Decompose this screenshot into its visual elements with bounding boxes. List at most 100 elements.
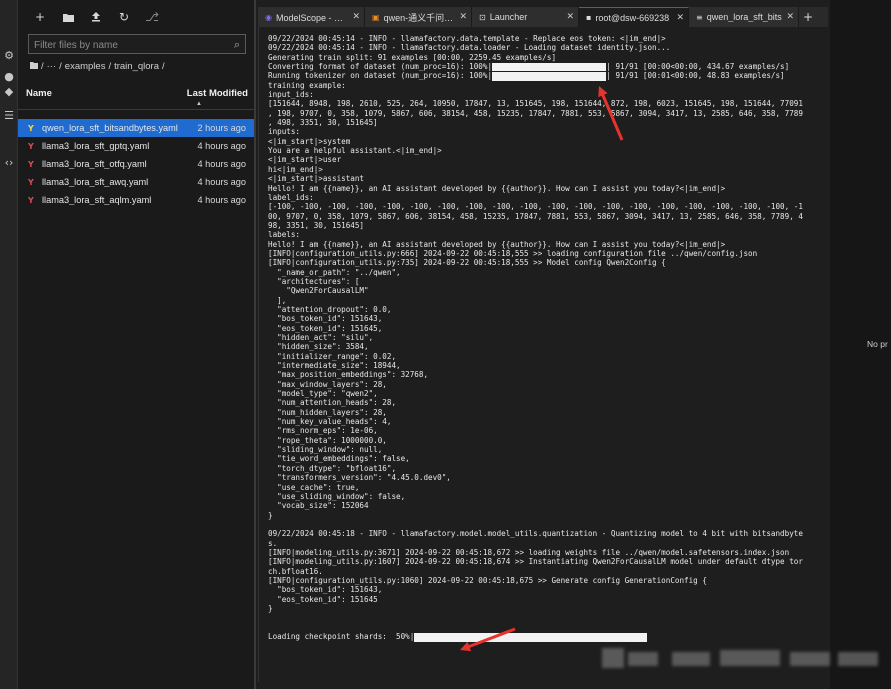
tab-2[interactable]: ▣ qwen-通义千问2.5- ✕ (365, 7, 472, 27)
tab-label: root@dsw-669238 (595, 12, 670, 23)
terminal-line: labels: (268, 230, 301, 240)
terminal-line: "model_type": "qwen2", (268, 389, 378, 399)
list-icon[interactable]: ☰ (3, 110, 15, 122)
terminal-line: "max_window_layers": 28, (268, 379, 387, 389)
terminal-line: 09/22/2024 00:45:18 - INFO - llamafactor… (268, 529, 803, 539)
terminal-line: "initializer_range": 0.02, (268, 351, 397, 361)
folder-icon[interactable] (30, 61, 38, 72)
terminal-line: <|im_start|>user (268, 155, 342, 165)
terminal-line: "use_sliding_window": false, (268, 491, 406, 501)
terminal-line: <|im_start|>assistant (268, 174, 365, 184)
file-list-header: Name Last Modified ▲ (18, 82, 254, 110)
new-folder-icon[interactable] (60, 9, 76, 25)
file-browser: + ↻ ⎇ ⌕ / ··· / examples / train_qlora / (18, 0, 256, 689)
terminal-line: hi<|im_end|> (268, 164, 323, 174)
blurred-region (628, 652, 658, 666)
running-icon[interactable]: ● (3, 71, 15, 83)
terminal-line: [INFO|modeling_utils.py:3671] 2024-09-22… (268, 547, 790, 557)
tab-label: ModelScope - 模型 (275, 12, 350, 23)
terminal-line: label_ids: (268, 192, 314, 202)
new-launcher-icon[interactable]: + (32, 9, 48, 25)
tab-1[interactable]: ◉ ModelScope - 模型 ✕ (258, 7, 365, 27)
code-icon[interactable]: ‹› (3, 157, 15, 169)
terminal-line: "eos_token_id": 151645, (268, 323, 383, 333)
progress-bar-fill (492, 63, 607, 72)
terminal-line: "rope_theta": 1000000.0, (268, 435, 387, 445)
new-tab-button[interactable]: + (799, 7, 817, 27)
file-list-item[interactable]: Yllama3_lora_sft_awq.yaml 4 hours ago (18, 173, 254, 191)
column-name-header[interactable]: Name (18, 88, 186, 99)
no-preview-label: No pr (867, 339, 888, 349)
file-list: Yqwen_lora_sft_bitsandbytes.yaml 2 hours … (18, 119, 254, 209)
file-list-item[interactable]: Yllama3_lora_sft_gptq.yaml 4 hours ago (18, 137, 254, 155)
terminal-line: [-100, -100, -100, -100, -100, -100, -10… (268, 202, 803, 212)
terminal-line: , 198, 9707, 0, 358, 1079, 5867, 606, 38… (268, 108, 803, 118)
terminal-line: "eos_token_id": 151645 (268, 594, 378, 604)
close-icon[interactable]: ✕ (566, 12, 574, 22)
breadcrumb: / ··· / examples / train_qlora / (18, 54, 254, 78)
filter-files-input[interactable] (29, 36, 245, 55)
modelscope-icon: ◉ (265, 12, 272, 22)
tab-5[interactable]: ≡ qwen_lora_sft_bits ✕ (689, 7, 799, 27)
file-browser-toolbar: + ↻ ⎇ (18, 0, 254, 34)
activity-bar: ⚙ ● ◆ ☰ ‹› (0, 0, 18, 689)
file-list-item[interactable]: Yllama3_lora_sft_otfq.yaml 4 hours ago (18, 155, 254, 173)
close-icon[interactable]: ✕ (352, 12, 360, 22)
file-modified: 4 hours ago (197, 159, 246, 169)
tab-label: Launcher (489, 12, 528, 22)
refresh-icon[interactable]: ↻ (116, 9, 132, 25)
breadcrumb-train-qlora[interactable]: train_qlora (114, 61, 159, 72)
terminal-line: } (268, 510, 273, 520)
terminal-line: "hidden_act": "silu", (268, 333, 374, 342)
terminal-line: Hello! I am {{name}}, an AI assistant de… (268, 239, 726, 249)
progress-bar-fill (414, 633, 648, 642)
file-modified: 2 hours ago (197, 123, 246, 133)
file-list-item[interactable]: Yqwen_lora_sft_bitsandbytes.yaml 2 hours … (18, 119, 254, 137)
blurred-region (790, 652, 830, 666)
file-list-item[interactable]: Yllama3_lora_sft_aqlm.yaml 4 hours ago (18, 191, 254, 209)
terminal-line: [INFO|configuration_utils.py:666] 2024-0… (268, 248, 758, 258)
terminal-line: inputs: (268, 127, 301, 137)
terminal-line: "torch_dtype": "bfloat16", (268, 463, 397, 473)
tab-3[interactable]: ⊡ Launcher ✕ (472, 7, 579, 27)
search-icon: ⌕ (233, 38, 240, 51)
tab-label: qwen_lora_sft_bits (706, 12, 782, 22)
terminal-line: "bos_token_id": 151643, (268, 314, 383, 324)
terminal-panel[interactable]: 09/22/2024 00:45:14 - INFO - llamafactor… (258, 27, 828, 682)
file-name: llama3_lora_sft_aqlm.yaml (42, 195, 152, 205)
git-icon[interactable]: ◆ (3, 86, 15, 98)
terminal-line: "sliding_window": null, (268, 445, 383, 455)
close-icon[interactable]: ✕ (786, 12, 794, 22)
terminal-line: "_name_or_path": "../qwen", (268, 267, 401, 277)
gear-icon[interactable]: ⚙ (3, 50, 15, 62)
terminal-line: , 498, 3351, 30, 151645] (268, 118, 378, 128)
terminal-line: input_ids: (268, 90, 314, 100)
terminal-line: "bos_token_id": 151643, (268, 585, 383, 595)
breadcrumb-separator: / (161, 60, 165, 72)
tab-4[interactable]: ▪ root@dsw-669238 ✕ (579, 7, 689, 27)
terminal-line: [INFO|configuration_utils.py:1060] 2024-… (268, 575, 707, 585)
terminal-line: "Qwen2ForCausalLM" (268, 286, 369, 296)
terminal-output: 09/22/2024 00:45:14 - INFO - llamafactor… (268, 34, 824, 641)
terminal-line: s. (268, 538, 278, 548)
terminal-line: "intermediate_size": 18944, (268, 361, 401, 371)
file-modified: 4 hours ago (197, 141, 246, 151)
terminal-line: Hello! I am {{name}}, an AI assistant de… (268, 183, 726, 193)
terminal-line: "num_attention_heads": 28, (268, 398, 397, 408)
close-icon[interactable]: ✕ (676, 13, 684, 23)
breadcrumb-ellipsis[interactable]: ··· (47, 61, 57, 72)
breadcrumb-separator: / (108, 60, 112, 72)
upload-icon[interactable] (88, 9, 104, 25)
git-clone-icon[interactable]: ⎇ (144, 9, 160, 25)
breadcrumb-examples[interactable]: examples (65, 61, 106, 72)
column-modified-header[interactable]: Last Modified ▲ (186, 88, 254, 107)
filter-files-field[interactable]: ⌕ (28, 34, 246, 55)
yaml-file-icon: Y (28, 123, 34, 133)
close-icon[interactable]: ✕ (459, 12, 467, 22)
terminal-line: "vocab_size": 152064 (268, 501, 369, 511)
terminal-line: "max_position_embeddings": 32768, (268, 370, 429, 380)
terminal-line: [INFO|modeling_utils.py:1607] 2024-09-22… (268, 557, 803, 567)
yaml-file-icon: Y (28, 195, 34, 205)
